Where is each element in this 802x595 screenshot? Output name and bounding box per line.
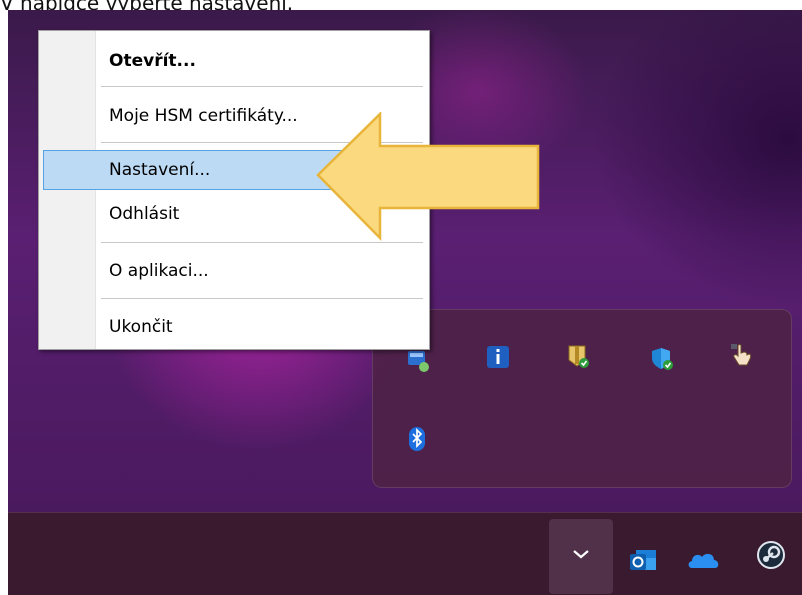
- steam-icon[interactable]: [756, 540, 786, 574]
- arrow-left-icon: [316, 112, 540, 242]
- menu-item-exit[interactable]: Ukončit: [39, 308, 427, 346]
- menu-item-label: Ukončit: [109, 317, 173, 337]
- menu-separator: [101, 86, 423, 87]
- menu-item-label: Otevřít...: [109, 51, 196, 71]
- defender-shield-icon[interactable]: [649, 346, 675, 372]
- tray-overflow-flyout: [372, 309, 792, 488]
- show-hidden-icons-button[interactable]: [549, 519, 613, 594]
- menu-item-label: Odhlásit: [109, 204, 180, 224]
- hand-pointer-icon[interactable]: [729, 342, 755, 368]
- menu-item-label: O aplikaci...: [109, 261, 209, 281]
- onedrive-icon[interactable]: [686, 548, 722, 576]
- windows-security-app-icon[interactable]: [405, 348, 431, 374]
- menu-item-about[interactable]: O aplikaci...: [39, 252, 427, 290]
- menu-separator: [101, 298, 423, 299]
- menu-separator: [101, 242, 423, 243]
- taskbar: [8, 512, 802, 595]
- chevron-up-icon: [573, 550, 589, 559]
- menu-item-label: Moje HSM certifikáty...: [109, 106, 298, 126]
- outlook-icon[interactable]: [628, 544, 660, 578]
- menu-item-open[interactable]: Otevřít...: [39, 42, 427, 80]
- certificate-shield-icon[interactable]: [565, 344, 591, 370]
- menu-item-label: Nastavení...: [109, 160, 211, 180]
- bluetooth-icon[interactable]: [405, 426, 431, 452]
- info-icon[interactable]: [485, 344, 511, 370]
